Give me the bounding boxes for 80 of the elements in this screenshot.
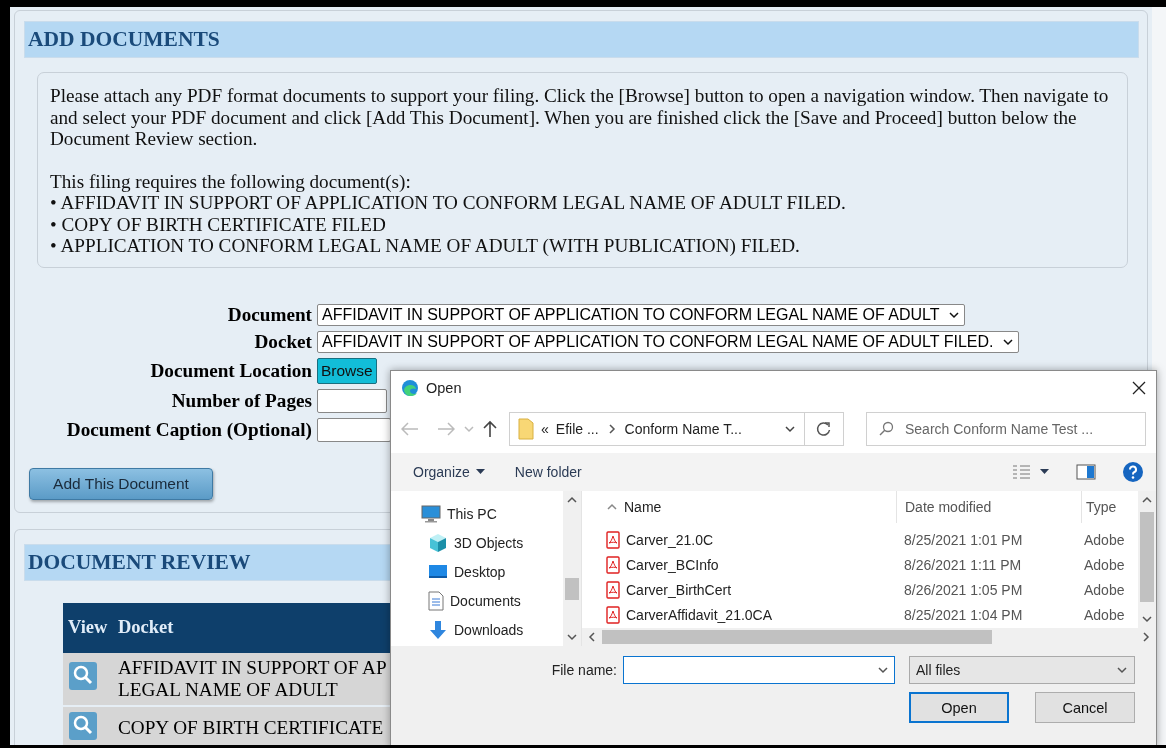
file-date: 8/26/2021 1:11 PM — [903, 556, 1023, 573]
file-name[interactable]: CarverAffidavit_21.0CA — [626, 606, 773, 623]
file-name[interactable]: Carver_BirthCert — [626, 581, 732, 598]
search-icon — [878, 421, 894, 437]
dropdown[interactable]: AFFIDAVIT IN SUPPORT OF APPLICATION TO CONFORM LEGAL NAME OF ADULT FILED. — [317, 330, 1019, 353]
file-date: 8/26/2021 1:05 PM — [903, 581, 1024, 598]
horizontal-scrollbar[interactable] — [582, 628, 1156, 646]
pdf-file-icon — [606, 555, 620, 574]
pdf-file-icon — [606, 605, 620, 624]
up-arrow-icon[interactable] — [483, 420, 497, 438]
column-header: View — [63, 602, 113, 653]
organize-menu[interactable]: Organize — [413, 460, 485, 484]
column-header[interactable]: Name — [624, 499, 662, 515]
file-type-dropdown[interactable]: All files — [909, 656, 1135, 684]
recent-caret-icon — [463, 423, 475, 435]
scroll-right-icon — [1140, 631, 1152, 643]
dropdown[interactable]: AFFIDAVIT IN SUPPORT OF APPLICATION TO CONFORM LEGAL NAME OF ADULT — [317, 303, 965, 326]
caret-icon — [1116, 664, 1128, 676]
scroll-thumb[interactable] — [565, 577, 579, 600]
nav-item[interactable]: Downloads — [421, 619, 563, 641]
forward-arrow-icon[interactable] — [437, 422, 455, 436]
document-icon — [428, 591, 444, 611]
magnifier-icon[interactable] — [68, 661, 98, 691]
open-button[interactable]: Open — [909, 692, 1009, 723]
file-type: Adobe — [1083, 556, 1126, 573]
pdf-file-icon — [606, 580, 620, 599]
file-name[interactable]: Carver_BCInfo — [626, 556, 719, 573]
address-bar[interactable]: « Efile ... Conform Name T... — [509, 412, 844, 446]
field-label: Number of Pages — [171, 389, 312, 412]
input-field[interactable] — [317, 388, 387, 413]
column-header[interactable]: Date modified — [896, 491, 1081, 523]
close-icon[interactable] — [1132, 381, 1146, 395]
requirements-intro: This filing requires the following document(s): — [50, 170, 412, 192]
cube-icon — [428, 533, 448, 553]
file-name-label: File name: — [551, 662, 617, 678]
scroll-left-icon — [586, 631, 598, 643]
breadcrumb-item[interactable]: Conform Name T... — [624, 421, 742, 437]
back-arrow-icon[interactable] — [401, 422, 419, 436]
browse-button[interactable]: Browse — [317, 357, 377, 384]
folder-icon — [518, 418, 534, 440]
preview-pane-icon[interactable] — [1076, 464, 1096, 480]
scroll-down-icon — [1141, 613, 1153, 625]
file-type: Adobe — [1083, 606, 1126, 623]
refresh-icon[interactable] — [816, 421, 832, 437]
app-icon — [401, 379, 419, 397]
file-date: 8/25/2021 1:04 PM — [903, 606, 1024, 623]
desktop-icon — [428, 564, 448, 580]
scroll-thumb[interactable] — [1140, 512, 1154, 602]
breadcrumb-item[interactable]: Efile ... — [555, 421, 599, 437]
caret-icon — [475, 469, 485, 475]
add-document-button[interactable]: Add This Document — [29, 467, 213, 500]
input-field[interactable] — [317, 417, 391, 442]
caret-icon — [877, 664, 889, 676]
required-document-item: • APPLICATION TO CONFORM LEGAL NAME OF ADULT (WITH PUBLICATION) FILED. — [50, 235, 801, 257]
field-label: Document Caption (Optional) — [66, 418, 312, 441]
scroll-thumb[interactable] — [602, 630, 992, 644]
pdf-file-icon — [606, 530, 620, 549]
view-options-icon[interactable] — [1012, 465, 1050, 479]
section-title: ADD DOCUMENTS — [24, 21, 1139, 58]
nav-item[interactable]: Desktop — [421, 561, 563, 583]
file-name-field[interactable] — [623, 656, 895, 684]
magnifier-icon[interactable] — [68, 710, 98, 741]
field-label: Document — [227, 303, 312, 326]
help-icon[interactable] — [1122, 461, 1144, 483]
search-field[interactable]: Search Conform Name Test ... — [866, 412, 1146, 446]
cancel-button[interactable]: Cancel — [1035, 692, 1135, 723]
scroll-down-icon — [566, 631, 578, 643]
field-label: Document Location — [150, 359, 312, 382]
new-folder-button[interactable]: New folder — [514, 460, 582, 484]
instructions-text: Please attach any PDF format documents to support your filing. Click the [Browse] button to open a navigation window. Then navigate to and select your PDF document and click [Add This Document]. When you are finished click the [Save and Proceed] button below the Document Review section. — [50, 85, 1110, 150]
dialog-title: Open — [426, 380, 463, 396]
nav-item[interactable]: This PC — [421, 503, 563, 525]
breadcrumb-overflow[interactable]: « — [541, 421, 549, 437]
history-caret-icon — [784, 423, 796, 435]
download-arrow-icon — [428, 620, 448, 640]
monitor-icon — [421, 505, 441, 523]
field-label: Docket — [254, 330, 312, 353]
required-document-item: • COPY OF BIRTH CERTIFICATE FILED — [50, 213, 387, 235]
required-document-item: • AFFIDAVIT IN SUPPORT OF APPLICATION TO CONFORM LEGAL NAME OF ADULT FILED. — [50, 192, 847, 214]
file-type: Adobe — [1083, 581, 1126, 598]
